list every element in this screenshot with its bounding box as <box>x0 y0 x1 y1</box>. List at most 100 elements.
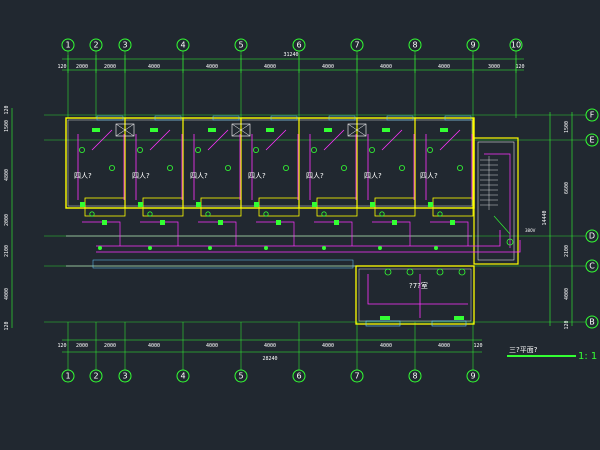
bath-circuit <box>430 221 469 246</box>
room-circuit <box>77 129 125 200</box>
dim-bottom-total: 28240 <box>262 356 277 362</box>
voltage-tag: 380V <box>525 228 536 233</box>
bath-circuit <box>314 221 353 246</box>
light-fixture <box>252 146 259 153</box>
light-fixture <box>282 164 289 171</box>
axis-label-top: 9 <box>470 41 475 50</box>
dim-bottom: 4000 <box>380 343 392 349</box>
dim-top: 4000 <box>322 64 334 70</box>
room-circuit <box>251 129 299 200</box>
room-label: 四人? <box>306 172 324 180</box>
room-label: 四人? <box>420 172 438 180</box>
axis-label-top: 5 <box>238 41 243 50</box>
corridor-circuit <box>96 230 521 253</box>
dorm-block-inner <box>67 119 473 207</box>
dim-bottom: 2000 <box>104 343 116 349</box>
dim-bottom: 4000 <box>322 343 334 349</box>
socket-symbol <box>160 220 165 225</box>
axis-label-right: D <box>589 232 595 241</box>
dim-left: 120 <box>4 105 10 114</box>
light-fixture <box>89 211 95 217</box>
socket-symbol <box>370 202 375 207</box>
corridor-light <box>264 246 268 250</box>
socket-symbol <box>80 202 85 207</box>
dim-top: 2000 <box>76 64 88 70</box>
axis-label-top: 3 <box>122 41 127 50</box>
leader-line <box>493 215 511 235</box>
switch-symbol <box>92 128 100 132</box>
corridor-light <box>208 246 212 250</box>
light-fixture <box>368 146 375 153</box>
dim-right-total: 14440 <box>542 210 548 225</box>
dim-right: 4000 <box>564 288 570 300</box>
dim-top: 2000 <box>104 64 116 70</box>
office-light <box>458 268 466 276</box>
axis-label-top: 4 <box>180 41 185 50</box>
light-fixture <box>321 211 327 217</box>
axis-label-top: 7 <box>354 41 359 50</box>
dim-bottom: 4000 <box>264 343 276 349</box>
dim-bottom: 120 <box>473 343 482 349</box>
axis-label-top: 10 <box>511 41 521 50</box>
light-fixture <box>136 146 143 153</box>
dim-bottom: 4000 <box>206 343 218 349</box>
light-fixture <box>340 164 347 171</box>
light-fixture <box>194 146 201 153</box>
light-fixture <box>224 164 231 171</box>
floor-plan-canvas[interactable]: 31240 120 2000 2000 4000 4000 4000 4000 4000 4000… <box>0 0 600 450</box>
office-inner <box>358 268 472 322</box>
socket-symbol <box>196 202 201 207</box>
dim-right: 6600 <box>564 182 570 194</box>
bath-circuit <box>372 221 411 246</box>
light-fixture <box>147 211 153 217</box>
corridor-light <box>434 246 438 250</box>
room-label: 四人? <box>248 172 266 180</box>
light-fixture <box>437 211 443 217</box>
office-socket <box>454 316 464 320</box>
office-socket <box>380 316 390 320</box>
light-fixture <box>79 146 86 153</box>
dim-top: 120 <box>515 64 524 70</box>
bathroom <box>316 197 358 217</box>
dim-top: 4000 <box>380 64 392 70</box>
dim-right: 1500 <box>564 121 570 133</box>
socket-symbol <box>102 220 107 225</box>
axis-label-bottom: 2 <box>93 372 98 381</box>
bathroom <box>258 197 300 217</box>
axis-label-top: 1 <box>65 41 70 50</box>
dim-top: 3000 <box>488 64 500 70</box>
axis-label-bottom: 5 <box>238 372 243 381</box>
light-fixture <box>426 146 433 153</box>
room-circuit <box>309 129 357 200</box>
light-fixture <box>263 211 269 217</box>
axis-label-top: 8 <box>412 41 417 50</box>
office-wall <box>355 265 475 325</box>
stair-circuit <box>484 153 511 248</box>
room-texts: 四人? 四人? 四人? 四人? 四人? 四人? 四人? ?7?室 380V 三?平面? 1: 1 <box>74 172 597 362</box>
bath-circuit <box>198 221 237 246</box>
office-circuit <box>367 274 468 318</box>
socket-symbol <box>392 220 397 225</box>
stair-well <box>473 137 519 265</box>
dim-bottom: 120 <box>57 343 66 349</box>
bathroom <box>84 197 126 217</box>
light-fixture <box>166 164 173 171</box>
axis-label-bottom: 8 <box>412 372 417 381</box>
axis-label-right: E <box>589 136 594 145</box>
office-light <box>406 268 414 276</box>
axis-label-bottom: 3 <box>122 372 127 381</box>
corridor-light <box>378 246 382 250</box>
dim-top: 120 <box>57 64 66 70</box>
dim-left: 1500 <box>4 120 10 132</box>
switch-symbol <box>324 128 332 132</box>
sheet-title: 三?平面? <box>509 346 538 354</box>
dimension-lines: 31240 120 2000 2000 4000 4000 4000 4000 4000 4000… <box>4 52 573 362</box>
dim-bottom: 4000 <box>148 343 160 349</box>
dim-right: 120 <box>564 320 570 329</box>
cad-drawing[interactable]: 31240 120 2000 2000 4000 4000 4000 4000 4000 4000… <box>0 0 600 450</box>
room-label: 四人? <box>364 172 382 180</box>
switch-symbol <box>150 128 158 132</box>
room-label: 四人? <box>74 172 92 180</box>
corridor-window <box>92 259 354 269</box>
axis-label-bottom: 1 <box>65 372 70 381</box>
